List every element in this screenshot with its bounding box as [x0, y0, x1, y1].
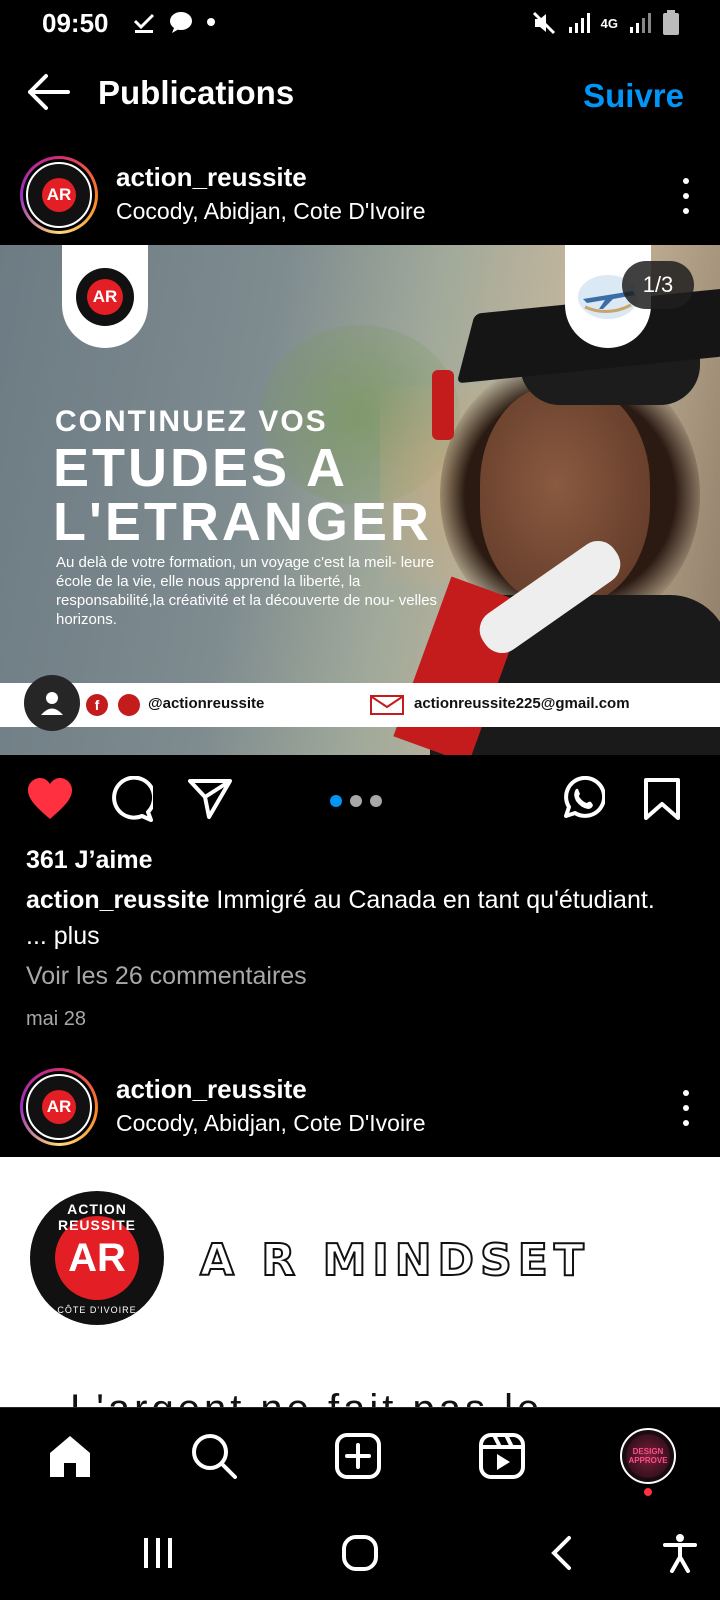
whatsapp-icon [564, 776, 605, 818]
facebook-icon: f [86, 694, 108, 716]
mute-icon [532, 11, 555, 35]
signal-icon [568, 13, 590, 33]
arrow-left-icon [28, 74, 70, 110]
network-type: 4G [600, 15, 618, 31]
headline-line-2: L'ETRANGER [53, 492, 432, 552]
post-date: mai 28 [26, 1008, 87, 1030]
carousel-dot [330, 795, 342, 807]
contact-band: f @actionreussite actionreussite225@gmai… [0, 683, 720, 727]
like-count[interactable]: 361 J’aime [26, 846, 153, 875]
profile-avatar: DESIGN APPROVE [626, 1434, 670, 1478]
nav-reels[interactable] [476, 1430, 528, 1482]
username[interactable]: action_reussite [116, 162, 307, 193]
heart-icon [28, 778, 72, 819]
status-bar: 09:50 4G [0, 0, 720, 46]
mail-icon [370, 695, 404, 715]
logo-top-text: ACTION REUSSITE [57, 1201, 136, 1233]
bookmark-icon [644, 778, 680, 820]
back-system-button[interactable] [540, 1531, 584, 1575]
notification-icons [132, 10, 216, 34]
nav-profile[interactable]: DESIGN APPROVE [620, 1428, 676, 1484]
chat-bubble-icon [170, 12, 192, 33]
comment-icon [112, 776, 153, 822]
chevron-left-icon [551, 1536, 571, 1570]
system-navigation [0, 1503, 720, 1600]
quote-text: L'argent ne fait pas le bonheur, mais [70, 1387, 720, 1407]
carousel-counter: 1/3 [622, 261, 694, 309]
battery-icon [663, 10, 679, 35]
brand-logo-tab: AR [62, 245, 148, 348]
location-link[interactable]: Cocody, Abidjan, Cote D'Ivoire [116, 198, 426, 225]
reels-icon [479, 1433, 525, 1479]
more-options-button[interactable] [680, 178, 692, 214]
tagged-people-button[interactable] [24, 675, 80, 731]
home-circle-icon [342, 1535, 378, 1571]
brand-logo-icon: AR [26, 162, 92, 228]
accessibility-button[interactable] [658, 1531, 702, 1575]
brand-logo-icon: AR [26, 1074, 92, 1140]
top-app-bar: Publications Suivre [0, 60, 720, 126]
headline-line-1: ETUDES A [53, 438, 349, 498]
home-icon [50, 1436, 90, 1477]
cap-tassel [432, 370, 454, 440]
save-button[interactable] [638, 775, 686, 823]
caption[interactable]: action_reussite Immigré au Canada en tan… [26, 882, 666, 954]
headline-small: CONTINUEZ VOS [55, 405, 328, 438]
person-icon [41, 692, 63, 715]
share-button[interactable] [186, 775, 234, 823]
username[interactable]: action_reussite [116, 1074, 307, 1105]
follow-button[interactable]: Suivre [583, 77, 684, 115]
nav-search[interactable] [188, 1430, 240, 1482]
post-actions [0, 775, 720, 831]
post-header: AR action_reussite Cocody, Abidjan, Cote… [0, 146, 720, 242]
send-icon [188, 779, 232, 819]
social-handle: @actionreussite [148, 695, 265, 712]
avatar[interactable]: AR [20, 156, 98, 234]
add-post-icon [335, 1433, 381, 1479]
whatsapp-share-button[interactable] [558, 775, 606, 823]
logo-bottom-text: CÔTE D'IVOIRE [57, 1305, 137, 1315]
back-button[interactable] [24, 70, 72, 114]
mindset-title: A R MINDSET [199, 1234, 590, 1287]
nav-home[interactable] [44, 1430, 96, 1482]
dot-icon [207, 18, 215, 26]
carousel-dot [370, 795, 382, 807]
system-status-icons: 4G [531, 10, 680, 36]
email-address: actionreussite225@gmail.com [414, 695, 630, 712]
whatsapp-small-icon [118, 694, 140, 716]
post-image[interactable]: AR 1/3 CONTINUEZ VOS ETUDES A L'ETRANGER… [0, 245, 720, 755]
brand-logo: ACTION REUSSITE AR CÔTE D'IVOIRE [30, 1191, 164, 1325]
signal-2-icon [630, 13, 651, 33]
page-title: Publications [98, 74, 295, 111]
carousel-indicator [330, 795, 382, 807]
location-link[interactable]: Cocody, Abidjan, Cote D'Ivoire [116, 1110, 426, 1137]
accessibility-icon [663, 1534, 697, 1573]
home-system-button[interactable] [338, 1531, 382, 1575]
notification-dot [644, 1488, 652, 1496]
recents-icon [144, 1538, 172, 1568]
nav-create[interactable] [332, 1430, 384, 1482]
post-header: AR action_reussite Cocody, Abidjan, Cote… [0, 1058, 720, 1154]
search-icon [192, 1434, 237, 1479]
more-options-button[interactable] [680, 1090, 692, 1126]
like-button[interactable] [26, 775, 74, 823]
view-comments-link[interactable]: Voir les 26 commentaires [26, 962, 307, 991]
promo-text: Au delà de votre formation, un voyage c'… [56, 554, 438, 628]
comment-button[interactable] [106, 775, 154, 823]
check-download-icon [133, 13, 155, 33]
post-image[interactable]: ACTION REUSSITE AR CÔTE D'IVOIRE A R MIN… [0, 1157, 720, 1407]
caption-username[interactable]: action_reussite [26, 886, 209, 914]
bottom-navigation: DESIGN APPROVE [0, 1407, 720, 1503]
avatar[interactable]: AR [20, 1068, 98, 1146]
recents-button[interactable] [136, 1531, 180, 1575]
carousel-dot [350, 795, 362, 807]
status-time: 09:50 [42, 8, 109, 38]
